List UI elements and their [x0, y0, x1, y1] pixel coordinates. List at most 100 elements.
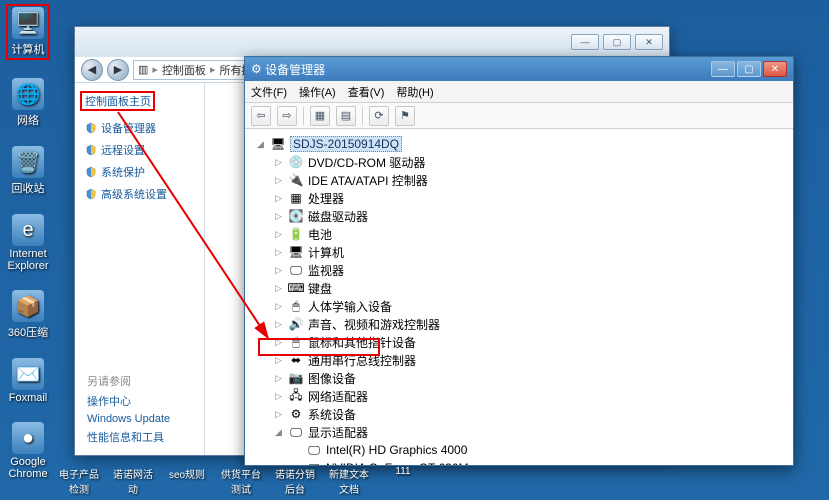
toolbar-button[interactable]: ▤ [336, 106, 356, 126]
device-icon: 🖵 [288, 424, 304, 440]
expand-icon[interactable]: ◢ [273, 427, 284, 438]
desktop-icon-label[interactable]: 诺诺分销后台 [272, 466, 318, 496]
tree-node[interactable]: ▷🖧网络适配器 [273, 387, 783, 405]
tree-node[interactable]: ▷🔊声音、视频和游戏控制器 [273, 315, 783, 333]
tree-node[interactable]: ▷🔋电池 [273, 225, 783, 243]
desktop-icon-label[interactable]: 诺诺网活动 [110, 466, 156, 496]
back-button[interactable]: ◀ [81, 59, 103, 81]
foot-link[interactable]: 性能信息和工具 [87, 429, 170, 445]
desktop-icon-label[interactable]: 电子产品检测 [56, 466, 102, 496]
expand-icon[interactable]: ▷ [273, 391, 284, 402]
desktop-icon[interactable]: 🖥️计算机 [6, 4, 50, 60]
expand-icon[interactable]: ▷ [273, 283, 284, 294]
device-icon: ⌨ [288, 280, 304, 296]
tree-node[interactable]: ▷📷图像设备 [273, 369, 783, 387]
tree-node[interactable]: ▷⚙系统设备 [273, 405, 783, 423]
device-icon: 💿 [288, 154, 304, 170]
crumb[interactable]: 控制面板 [162, 62, 206, 78]
maximize-button[interactable]: ▢ [737, 61, 761, 77]
tree-node[interactable]: ▷🖱人体学输入设备 [273, 297, 783, 315]
device-manager-window: ⚙ 设备管理器 — ▢ ✕ 文件(F) 操作(A) 查看(V) 帮助(H) ⇦ … [244, 56, 794, 466]
close-button[interactable]: ✕ [763, 61, 787, 77]
tree-node[interactable]: ▷⬌通用串行总线控制器 [273, 351, 783, 369]
expand-icon[interactable]: ▷ [273, 175, 284, 186]
control-panel-icon: ▥ [138, 63, 148, 76]
tree-node[interactable]: ▷⌨键盘 [273, 279, 783, 297]
expand-icon[interactable]: ▷ [273, 265, 284, 276]
tree-leaf[interactable]: 🖵NVIDIA GeForce GT 630M [291, 459, 783, 465]
desktop-icon-label[interactable]: seo规则 [164, 466, 210, 496]
device-icon: 📷 [288, 370, 304, 386]
minimize-button[interactable]: — [711, 61, 735, 77]
tree-node[interactable]: ▷🖱鼠标和其他指针设备 [273, 333, 783, 351]
desktop-icon-label[interactable]: 111 [380, 466, 426, 496]
toolbar-button[interactable]: ⟳ [369, 106, 389, 126]
tree-node[interactable]: ◢🖵显示适配器 [273, 423, 783, 441]
device-icon: ⚙ [288, 406, 304, 422]
tree-node[interactable]: ▷💽磁盘驱动器 [273, 207, 783, 225]
foot-link[interactable]: Windows Update [87, 413, 170, 425]
device-icon: 💽 [288, 208, 304, 224]
expand-icon[interactable]: ▷ [273, 355, 284, 366]
device-icon: 🖥 [288, 244, 304, 260]
device-icon: 🖧 [288, 388, 304, 404]
device-tree: ◢🖥SDJS-20150914DQ▷💿DVD/CD-ROM 驱动器▷🔌IDE A… [245, 129, 793, 465]
expand-icon[interactable]: ▷ [273, 211, 284, 222]
expand-icon[interactable]: ▷ [273, 337, 284, 348]
back-icon[interactable]: ⇦ [251, 106, 271, 126]
sidebar-item[interactable]: 高级系统设置 [85, 183, 194, 205]
desktop-icon[interactable]: ✉️Foxmail [6, 358, 50, 404]
desktop-icon[interactable]: ●Google Chrome [6, 422, 50, 480]
display-adapter-icon: 🖵 [306, 442, 322, 458]
menu-view[interactable]: 查看(V) [348, 84, 385, 100]
device-icon: 🔋 [288, 226, 304, 242]
tree-node[interactable]: ▷🖵监视器 [273, 261, 783, 279]
forward-button[interactable]: ▶ [107, 59, 129, 81]
expand-icon[interactable]: ▷ [273, 319, 284, 330]
device-icon: ▦ [288, 190, 304, 206]
expand-icon[interactable]: ▷ [273, 229, 284, 240]
sidebar-item[interactable]: 远程设置 [85, 139, 194, 161]
toolbar-button[interactable]: ▦ [310, 106, 330, 126]
desktop-icon[interactable]: 🗑️回收站 [6, 146, 50, 196]
desktop-icon-label[interactable]: 供货平台测试 [218, 466, 264, 496]
expand-icon[interactable]: ▷ [273, 373, 284, 384]
collapse-icon[interactable]: ◢ [255, 139, 266, 150]
window-titlebar: — ▢ ✕ [75, 27, 669, 57]
device-icon: 🖱 [288, 298, 304, 314]
device-icon: 🖱 [288, 334, 304, 350]
desktop-icon[interactable]: 🌐网络 [6, 78, 50, 128]
device-icon: 🖵 [288, 262, 304, 278]
tree-root[interactable]: SDJS-20150914DQ [290, 136, 402, 152]
minimize-button[interactable]: — [571, 34, 599, 50]
expand-icon[interactable]: ▷ [273, 247, 284, 258]
sidebar: 控制面板主页 设备管理器远程设置系统保护高级系统设置 另请参阅 操作中心 Win… [75, 83, 205, 455]
menu-file[interactable]: 文件(F) [251, 84, 287, 100]
expand-icon[interactable]: ▷ [273, 409, 284, 420]
tree-node[interactable]: ▷💿DVD/CD-ROM 驱动器 [273, 153, 783, 171]
toolbar: ⇦ ⇨ ▦ ▤ ⟳ ⚑ [245, 103, 793, 129]
dm-title: 设备管理器 [265, 61, 325, 78]
tree-node[interactable]: ▷🖥计算机 [273, 243, 783, 261]
desktop-icon[interactable]: 📦360压缩 [6, 290, 50, 340]
menu-help[interactable]: 帮助(H) [396, 84, 433, 100]
device-icon: ⬌ [288, 352, 304, 368]
expand-icon[interactable]: ▷ [273, 301, 284, 312]
sidebar-heading: 控制面板主页 [85, 93, 194, 109]
desktop-icon-label[interactable]: 新建文本文档 [326, 466, 372, 496]
tree-node[interactable]: ▷🔌IDE ATA/ATAPI 控制器 [273, 171, 783, 189]
forward-icon[interactable]: ⇨ [277, 106, 297, 126]
sidebar-item[interactable]: 设备管理器 [85, 117, 194, 139]
foot-link[interactable]: 操作中心 [87, 393, 170, 409]
tree-leaf[interactable]: 🖵Intel(R) HD Graphics 4000 [291, 441, 783, 459]
maximize-button[interactable]: ▢ [603, 34, 631, 50]
sidebar-item[interactable]: 系统保护 [85, 161, 194, 183]
tree-node[interactable]: ▷▦处理器 [273, 189, 783, 207]
expand-icon[interactable]: ▷ [273, 193, 284, 204]
display-adapter-icon: 🖵 [306, 460, 322, 465]
expand-icon[interactable]: ▷ [273, 157, 284, 168]
close-button[interactable]: ✕ [635, 34, 663, 50]
menu-action[interactable]: 操作(A) [299, 84, 336, 100]
toolbar-button[interactable]: ⚑ [395, 106, 415, 126]
desktop-icon[interactable]: eInternet Explorer [6, 214, 50, 272]
